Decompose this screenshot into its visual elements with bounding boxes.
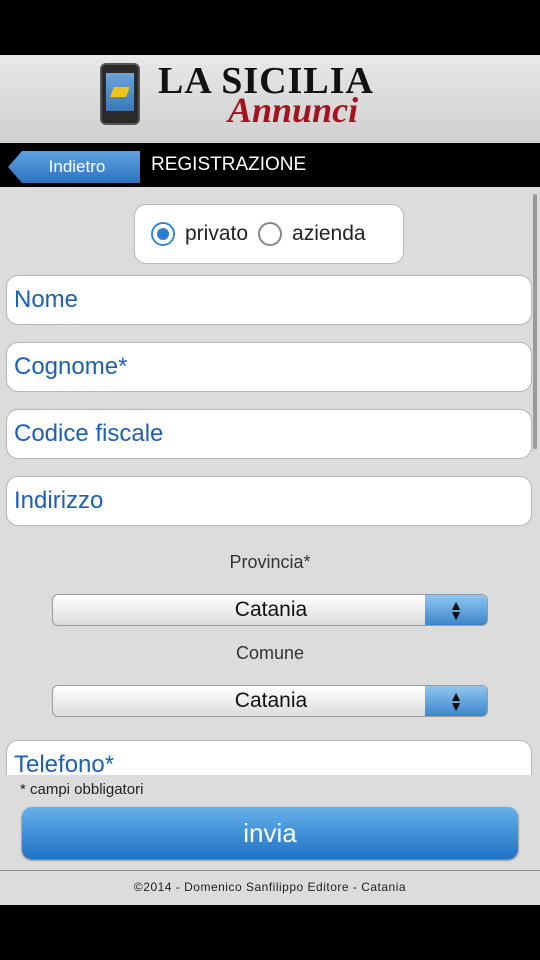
select-arrows-icon: ▲ ▼ bbox=[425, 686, 487, 716]
nav-bar: Indietro REGISTRAZIONE bbox=[0, 143, 540, 187]
registration-form[interactable]: privato azienda Nome Cognome* Codice fis… bbox=[0, 187, 540, 775]
telefono-field[interactable]: Telefono* bbox=[6, 740, 532, 775]
account-type-radio-group: privato azienda bbox=[134, 204, 404, 264]
radio-azienda[interactable]: azienda bbox=[258, 222, 366, 246]
cognome-field[interactable]: Cognome* bbox=[6, 342, 532, 392]
select-arrows-icon: ▲ ▼ bbox=[425, 595, 487, 625]
phone-logo-icon bbox=[100, 63, 140, 125]
codice-fiscale-field[interactable]: Codice fiscale bbox=[6, 409, 532, 459]
comune-label: Comune bbox=[235, 643, 305, 663]
page-title: REGISTRAZIONE bbox=[151, 154, 307, 175]
radio-privato[interactable]: privato bbox=[151, 222, 248, 246]
provincia-label: Provincia* bbox=[229, 552, 311, 572]
required-fields-note: * campi obbligatori bbox=[20, 781, 144, 798]
radio-label-azienda: azienda bbox=[292, 222, 366, 245]
app-screen: LA SICILIA Annunci Indietro REGISTRAZION… bbox=[0, 55, 540, 905]
footer-divider bbox=[0, 870, 540, 871]
radio-label-privato: privato bbox=[185, 222, 249, 245]
nome-field[interactable]: Nome bbox=[6, 275, 532, 325]
app-header: LA SICILIA Annunci bbox=[0, 55, 540, 143]
indirizzo-field[interactable]: Indirizzo bbox=[6, 476, 532, 526]
scrollbar[interactable] bbox=[533, 194, 537, 449]
copyright-text: ©2014 - Domenico Sanfilippo Editore - Ca… bbox=[133, 880, 407, 894]
submit-button[interactable]: invia bbox=[22, 807, 518, 859]
provincia-value: Catania bbox=[234, 598, 308, 621]
provincia-select[interactable]: Catania ▲ ▼ bbox=[52, 594, 488, 626]
brand-subtitle: Annunci bbox=[228, 90, 359, 130]
back-button[interactable]: Indietro bbox=[8, 151, 140, 183]
comune-value: Catania bbox=[234, 689, 308, 712]
radio-selected-icon bbox=[151, 222, 175, 246]
radio-unselected-icon bbox=[258, 222, 283, 246]
comune-select[interactable]: Catania ▲ ▼ bbox=[52, 685, 488, 717]
